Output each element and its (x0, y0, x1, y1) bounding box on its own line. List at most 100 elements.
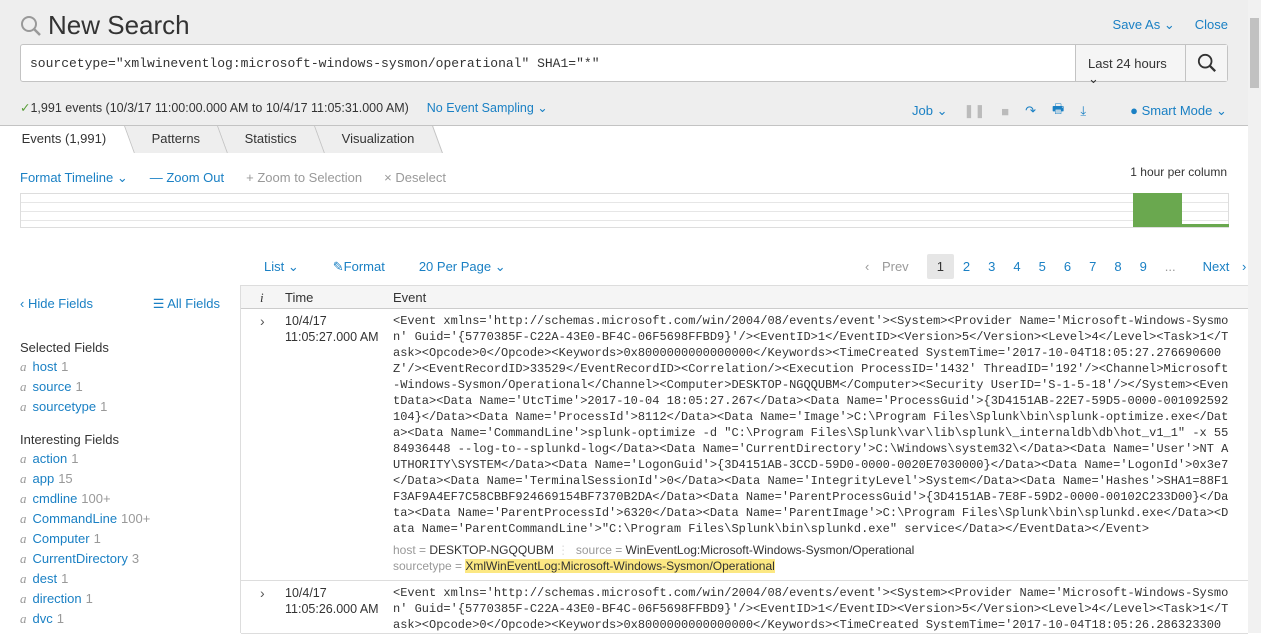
field-name[interactable]: CommandLine (33, 511, 118, 526)
field-name[interactable]: CurrentDirectory (33, 551, 128, 566)
tab-statistics[interactable]: Statistics (218, 126, 325, 153)
timeline-chart[interactable] (20, 193, 1229, 228)
share-icon[interactable]: ↷ (1025, 103, 1036, 119)
field-name[interactable]: source (33, 379, 72, 394)
expand-chevron-icon[interactable]: › (260, 313, 265, 329)
pagination: ‹ Prev 1 2 3 4 5 6 7 8 9 ... Next › (856, 254, 1255, 279)
field-name[interactable]: Computer (33, 531, 90, 546)
field-name[interactable]: dvc (33, 611, 53, 626)
field-count: 1 (61, 571, 69, 586)
field-item[interactable]: a Computer 1 (0, 529, 240, 549)
string-type-icon: a (20, 611, 27, 626)
search-bar: sourcetype="xmlwineventlog:microsoft-win… (20, 44, 1228, 86)
field-name[interactable]: action (33, 451, 68, 466)
search-header: New Search Save As ⌄ Close sourcetype="x… (0, 0, 1248, 126)
results-tabs: Events (1,991) Patterns Statistics Visua… (0, 126, 443, 153)
stop-icon[interactable]: ■ (1001, 104, 1009, 119)
field-count: 15 (58, 471, 73, 486)
string-type-icon: a (20, 491, 27, 506)
field-item[interactable]: a dvc 1 (0, 609, 240, 629)
page-2[interactable]: 2 (954, 254, 979, 279)
field-item[interactable]: a sourcetype 1 (0, 397, 240, 417)
search-button[interactable] (1185, 45, 1227, 81)
event-row: › 10/4/17 11:05:26.000 AM <Event xmlns='h… (241, 581, 1248, 634)
field-item[interactable]: a cmdline 100+ (0, 489, 240, 509)
page-7[interactable]: 7 (1080, 254, 1105, 279)
lightbulb-icon: ● (1130, 103, 1138, 118)
string-type-icon: a (20, 551, 27, 566)
event-sampling-dropdown[interactable]: No Event Sampling ⌄ (427, 100, 548, 115)
tab-visualization[interactable]: Visualization (315, 126, 443, 153)
tab-patterns[interactable]: Patterns (124, 126, 228, 153)
string-type-icon: a (20, 571, 27, 586)
print-icon[interactable]: 🖶 (1052, 100, 1064, 122)
field-item[interactable]: a action 1 (0, 449, 240, 469)
field-item[interactable]: a CurrentDirectory 3 (0, 549, 240, 569)
job-menu[interactable]: Job ⌄ (912, 103, 947, 119)
format-timeline-dropdown[interactable]: Format Timeline ⌄ (20, 170, 128, 186)
column-time[interactable]: Time (285, 290, 313, 305)
field-name[interactable]: dest (33, 571, 58, 586)
page-5[interactable]: 5 (1030, 254, 1055, 279)
field-item[interactable]: a direction 1 (0, 589, 240, 609)
search-mode-dropdown[interactable]: ● Smart Mode ⌄ (1130, 103, 1227, 119)
next-page[interactable]: Next › (1185, 254, 1256, 279)
page-4[interactable]: 4 (1004, 254, 1029, 279)
string-type-icon: a (20, 471, 27, 486)
time-range-picker[interactable]: Last 24 hours ⌄ (1075, 45, 1185, 86)
field-name[interactable]: sourcetype (33, 399, 97, 414)
interesting-fields-heading: Interesting Fields (20, 432, 119, 447)
scrollbar[interactable] (1248, 0, 1261, 633)
prev-page[interactable]: ‹ Prev (856, 254, 927, 279)
page-1[interactable]: 1 (926, 254, 954, 279)
page-3[interactable]: 3 (979, 254, 1004, 279)
page-9[interactable]: 9 (1131, 254, 1156, 279)
field-item[interactable]: a dest 1 (0, 569, 240, 589)
search-input[interactable]: sourcetype="xmlwineventlog:microsoft-win… (21, 45, 1075, 81)
ellipsis: ... (1164, 259, 1176, 274)
fields-sidebar: ‹ Hide Fields ☰ All Fields Selected Fiel… (0, 285, 241, 633)
export-icon[interactable]: ⤓ (1080, 103, 1086, 119)
scrollbar-thumb[interactable] (1250, 18, 1259, 88)
column-info: i (260, 290, 264, 305)
pause-icon[interactable]: ❚❚ (963, 103, 985, 119)
string-type-icon: a (20, 511, 27, 526)
source-value[interactable]: WinEventLog:Microsoft-Windows-Sysmon/Ope… (626, 543, 915, 557)
field-item[interactable]: a host 1 (0, 357, 240, 377)
check-icon: ✓ (20, 101, 31, 115)
list-view-dropdown[interactable]: List ⌄ (264, 259, 299, 275)
event-raw-text: <Event xmlns='http://schemas.microsoft.c… (393, 314, 1229, 536)
event-row: › 10/4/17 11:05:27.000 AM <Event xmlns='h… (241, 309, 1248, 581)
page-6[interactable]: 6 (1055, 254, 1080, 279)
string-type-icon: a (20, 591, 27, 606)
per-page-dropdown[interactable]: 20 Per Page ⌄ (419, 259, 506, 275)
all-fields-button[interactable]: ☰ All Fields (153, 296, 220, 312)
column-event[interactable]: Event (393, 290, 426, 305)
page-8[interactable]: 8 (1105, 254, 1130, 279)
field-item[interactable]: a CommandLine 100+ (0, 509, 240, 529)
field-item[interactable]: a source 1 (0, 377, 240, 397)
string-type-icon: a (20, 531, 27, 546)
events-table: i Time Event › 10/4/17 11:05:27.000 AM <E… (241, 285, 1248, 634)
host-value[interactable]: DESKTOP-NGQQUBM (429, 543, 553, 557)
timeline-bar[interactable] (1182, 224, 1229, 227)
field-name[interactable]: cmdline (33, 491, 78, 506)
field-count: 1 (75, 379, 83, 394)
field-name[interactable]: app (33, 471, 55, 486)
format-button[interactable]: ✎Format (333, 259, 385, 275)
tab-events[interactable]: Events (1,991) (0, 126, 135, 153)
timeline-bar[interactable] (1133, 193, 1182, 227)
field-name[interactable]: direction (33, 591, 82, 606)
hide-fields-button[interactable]: ‹ Hide Fields (20, 296, 93, 312)
expand-chevron-icon[interactable]: › (260, 585, 265, 601)
zoom-out-button[interactable]: — Zoom Out (150, 170, 224, 186)
selected-fields-heading: Selected Fields (20, 340, 109, 355)
sourcetype-value[interactable]: XmlWinEventLog:Microsoft-Windows-Sysmon/… (465, 559, 775, 573)
table-header: i Time Event (241, 285, 1248, 309)
zoom-to-selection-button[interactable]: + Zoom to Selection (246, 170, 362, 186)
deselect-button[interactable]: × Deselect (384, 170, 446, 186)
close-button[interactable]: Close (1195, 17, 1228, 33)
field-name[interactable]: host (33, 359, 58, 374)
field-item[interactable]: a app 15 (0, 469, 240, 489)
save-as-menu[interactable]: Save As ⌄ (1113, 17, 1175, 33)
